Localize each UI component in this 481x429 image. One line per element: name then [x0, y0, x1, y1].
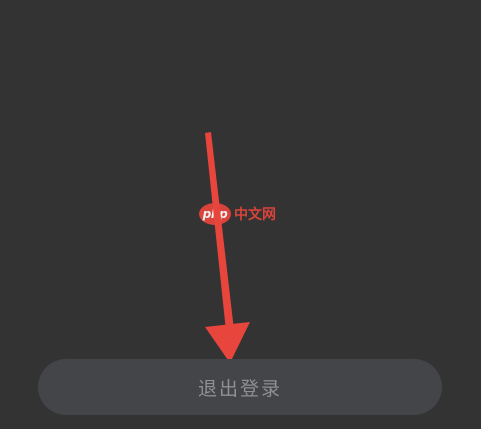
arrow-shaft: [205, 132, 234, 331]
arrow-head: [205, 322, 250, 363]
php-logo: php: [199, 203, 231, 225]
logout-button[interactable]: 退出登录: [38, 359, 442, 415]
watermark: php 中文网: [199, 203, 276, 225]
logout-button-label: 退出登录: [197, 377, 282, 400]
watermark-site-name: 中文网: [234, 207, 276, 223]
